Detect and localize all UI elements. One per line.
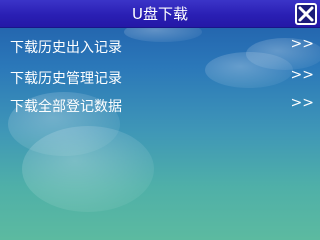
chevron-right-icon: >> — [290, 67, 314, 83]
menu-item-label: 下载全部登记数据 — [10, 99, 122, 115]
window-title: U盘下载 — [132, 5, 188, 23]
chevron-right-icon: >> — [290, 95, 314, 111]
close-x-icon — [298, 6, 314, 22]
chevron-right-icon: >> — [290, 36, 314, 52]
title-bar: U盘下载 — [0, 0, 320, 28]
menu-item-label: 下载历史管理记录 — [10, 71, 122, 87]
menu-item-all-registration-data[interactable]: 下载全部登记数据 >> — [0, 95, 320, 119]
menu-item-history-management[interactable]: 下载历史管理记录 >> — [0, 67, 320, 91]
menu-item-history-in-out[interactable]: 下载历史出入记录 >> — [0, 36, 320, 60]
close-button[interactable] — [295, 3, 317, 25]
menu-item-label: 下载历史出入记录 — [10, 40, 122, 56]
